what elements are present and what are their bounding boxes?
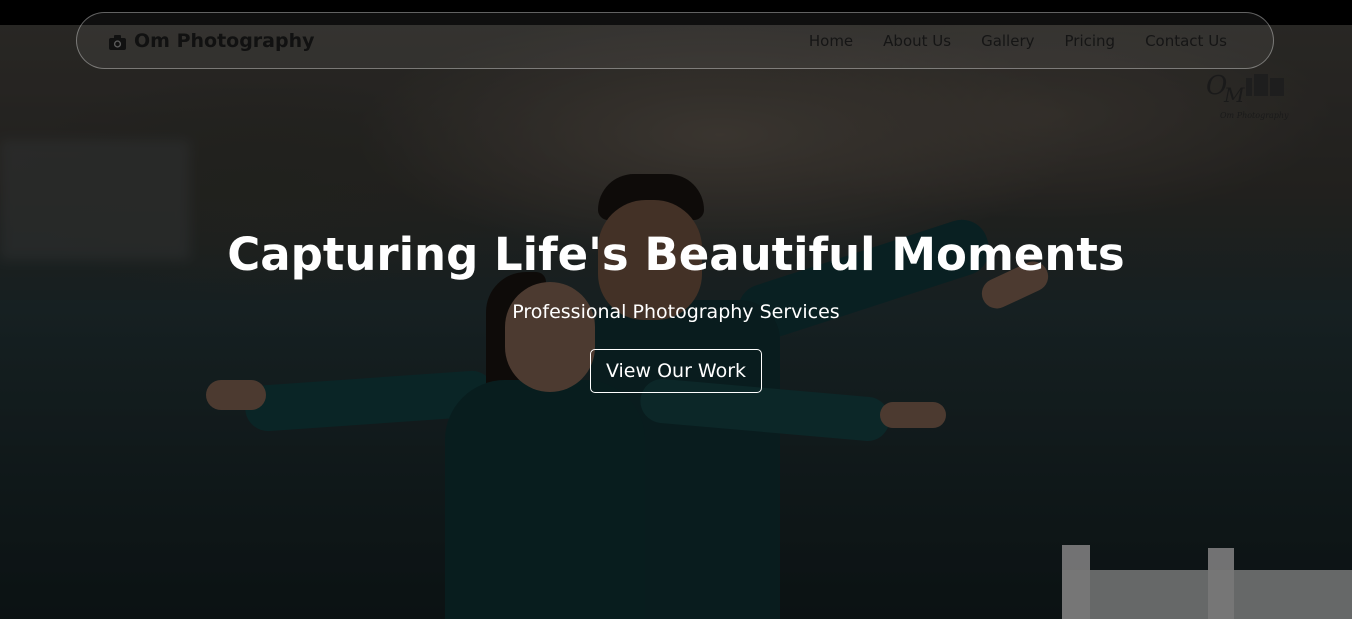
watermark-logo: O M Om Photography [1200, 66, 1292, 124]
nav-link-gallery[interactable]: Gallery [981, 32, 1034, 50]
nav-link-pricing[interactable]: Pricing [1065, 32, 1116, 50]
brand-logo-link[interactable]: Om Photography [109, 30, 315, 52]
camera-icon [109, 33, 126, 50]
nav-link-about-us[interactable]: About Us [883, 32, 951, 50]
hero-title: Capturing Life's Beautiful Moments [227, 228, 1125, 281]
nav-links: Home About Us Gallery Pricing Contact Us [809, 32, 1227, 50]
brand-label: Om Photography [134, 29, 315, 52]
navbar: Om Photography Home About Us Gallery Pri… [76, 12, 1274, 69]
svg-text:M: M [1223, 83, 1245, 107]
hero-content: Capturing Life's Beautiful Moments Profe… [0, 228, 1352, 393]
watermark-logo-graphic: O M Om Photography [1206, 71, 1289, 120]
svg-text:Om Photography: Om Photography [1220, 111, 1289, 120]
hero-subtitle: Professional Photography Services [512, 301, 840, 323]
nav-link-contact-us[interactable]: Contact Us [1145, 32, 1227, 50]
page: O M Om Photography Om Photography Home A… [0, 0, 1352, 619]
view-our-work-button[interactable]: View Our Work [589, 349, 763, 393]
nav-link-home[interactable]: Home [809, 32, 853, 50]
